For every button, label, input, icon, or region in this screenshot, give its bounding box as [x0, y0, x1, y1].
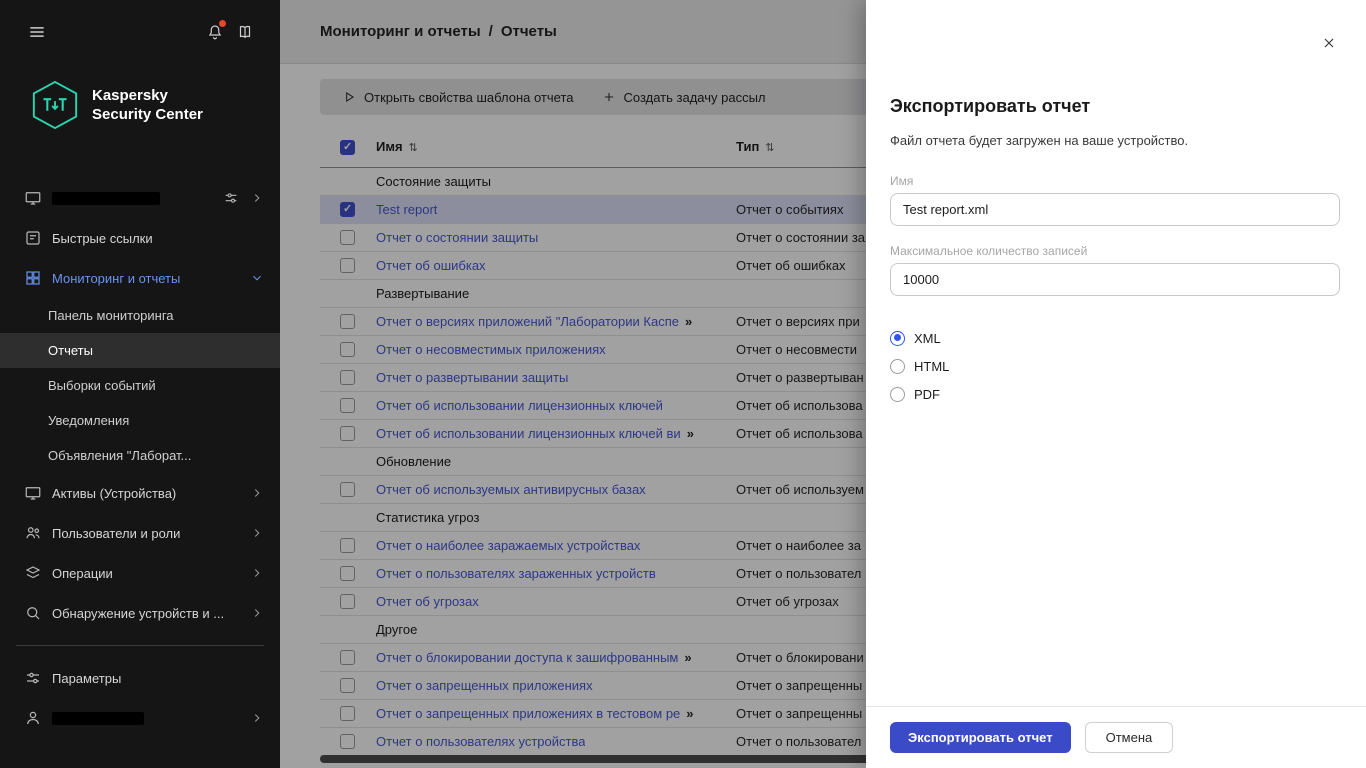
chevron-right-icon	[250, 526, 264, 540]
max-records-input[interactable]	[890, 263, 1340, 296]
radio-button[interactable]	[890, 330, 905, 346]
quick-links-icon	[24, 229, 42, 247]
sidebar-top-bar	[0, 0, 280, 64]
radio-label: HTML	[914, 358, 950, 374]
sidebar-menu: Быстрые ссылки Мониторинг и отчеты Панел…	[0, 178, 280, 738]
monitoring-grid-icon	[24, 269, 42, 287]
server-settings-icon[interactable]	[222, 189, 240, 207]
devices-icon	[24, 484, 42, 502]
cancel-button[interactable]: Отмена	[1084, 722, 1174, 753]
kaspersky-logo: Kaspersky Security Center	[30, 76, 280, 134]
sidebar-item-notifications[interactable]: Уведомления	[0, 403, 280, 438]
sidebar-divider	[16, 645, 264, 646]
chevron-right-icon	[250, 191, 264, 205]
sidebar-item-settings[interactable]: Параметры	[0, 658, 280, 698]
settings-sliders-icon	[24, 669, 42, 687]
app-root: Kaspersky Security Center Быстрые ссылки…	[0, 0, 1366, 768]
report-name-input[interactable]	[890, 193, 1340, 226]
sidebar-item-users-roles[interactable]: Пользователи и роли	[0, 513, 280, 553]
notification-badge	[219, 20, 226, 27]
sidebar: Kaspersky Security Center Быстрые ссылки…	[0, 0, 280, 768]
radio-label: PDF	[914, 386, 940, 402]
format-option-pdf[interactable]: PDF	[890, 380, 1340, 408]
radio-label: XML	[914, 330, 941, 346]
chevron-right-icon	[250, 606, 264, 620]
sidebar-item-user-account[interactable]	[0, 698, 280, 738]
notifications-bell-icon[interactable]	[200, 17, 230, 47]
server-monitor-icon	[24, 189, 42, 207]
sidebar-item-dashboard[interactable]: Панель мониторинга	[0, 298, 280, 333]
drawer-title: Экспортировать отчет	[890, 96, 1091, 116]
sidebar-item-label: Активы (Устройства)	[52, 485, 177, 501]
sidebar-item-label: Быстрые ссылки	[52, 230, 153, 246]
sidebar-item-label: Мониторинг и отчеты	[52, 270, 181, 286]
operations-icon	[24, 564, 42, 582]
sidebar-item-label: Операции	[52, 565, 113, 581]
user-icon	[24, 709, 42, 727]
sidebar-item-label: Пользователи и роли	[52, 525, 181, 541]
sidebar-item-server[interactable]	[0, 178, 280, 218]
sidebar-item-operations[interactable]: Операции	[0, 553, 280, 593]
export-report-drawer: Экспортировать отчет Файл отчета будет з…	[866, 0, 1366, 768]
sidebar-item-assets[interactable]: Активы (Устройства)	[0, 473, 280, 513]
max-records-label: Максимальное количество записей	[890, 244, 1088, 258]
drawer-footer: Экспортировать отчет Отмена	[866, 706, 1366, 768]
sidebar-item-label: Параметры	[52, 670, 122, 686]
name-field-label: Имя	[890, 174, 914, 188]
sidebar-item-quick-links[interactable]: Быстрые ссылки	[0, 218, 280, 258]
radio-button[interactable]	[890, 386, 905, 402]
sidebar-item-announcements[interactable]: Объявления "Лаборат...	[0, 438, 280, 473]
users-icon	[24, 524, 42, 542]
chevron-right-icon	[250, 566, 264, 580]
sidebar-item-event-selections[interactable]: Выборки событий	[0, 368, 280, 403]
drawer-subtitle: Файл отчета будет загружен на ваше устро…	[890, 133, 1189, 148]
format-option-xml[interactable]: XML	[890, 324, 1340, 352]
chevron-right-icon	[250, 486, 264, 500]
redacted-user-name	[52, 711, 144, 725]
sidebar-item-monitoring[interactable]: Мониторинг и отчеты	[0, 258, 280, 298]
hamburger-menu-icon[interactable]	[22, 17, 52, 47]
close-icon[interactable]	[1318, 32, 1340, 54]
chevron-down-icon	[250, 271, 264, 285]
logo-line2: Security Center	[92, 106, 203, 123]
radio-button[interactable]	[890, 358, 905, 374]
search-icon	[24, 604, 42, 622]
sidebar-item-label: Обнаружение устройств и ...	[52, 605, 225, 621]
export-report-button[interactable]: Экспортировать отчет	[890, 722, 1071, 753]
sidebar-item-reports[interactable]: Отчеты	[0, 333, 280, 368]
kaspersky-hexagon-icon	[32, 80, 78, 130]
chevron-right-icon	[250, 711, 264, 725]
format-option-html[interactable]: HTML	[890, 352, 1340, 380]
logo-line1: Kaspersky	[92, 87, 168, 104]
sidebar-item-discovery[interactable]: Обнаружение устройств и ...	[0, 593, 280, 633]
redacted-server-name	[52, 191, 160, 205]
help-book-icon[interactable]	[230, 17, 260, 47]
